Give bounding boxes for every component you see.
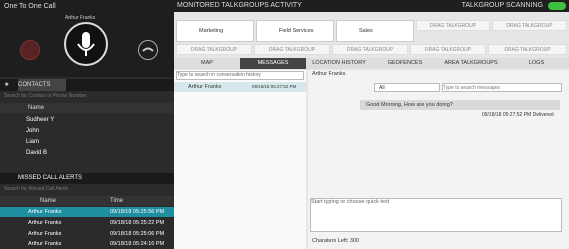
missed-tabs: MISSED CALL ALERTS (0, 173, 174, 184)
drag-slot[interactable]: DRAG TALKGROUP (410, 44, 486, 55)
tab-contacts[interactable]: CONTACTS (18, 79, 66, 91)
conversation-search-input[interactable]: Type to search in conversation history (176, 71, 304, 80)
talkgroup-card[interactable]: Sales (336, 20, 414, 42)
missed-row[interactable]: Arthur Franks 09/18/18 05:25:22 PM (0, 218, 174, 228)
conversation-name: Arthur Franks (188, 84, 222, 90)
chat-header: Arthur Franks (312, 71, 346, 77)
contact-row[interactable]: John (0, 126, 174, 136)
talkgroup-name: Marketing (199, 28, 224, 34)
mic-icon (77, 32, 95, 56)
scanning-label: TALKGROUP SCANNING (461, 2, 543, 9)
drag-slot[interactable]: DRAG TALKGROUP (332, 44, 408, 55)
conversation-time: 09/18/18 05:27:52 PM (252, 84, 297, 89)
filter-select[interactable]: All (374, 83, 440, 92)
right-panel: MONITORED TALKGROUPS ACTIVITY TALKGROUP … (174, 0, 569, 249)
contact-name: Sudheer Y (26, 117, 55, 123)
tab-contacts-label: CONTACTS (18, 82, 51, 88)
missed-time: 09/18/18 05:25:56 PM (110, 209, 165, 215)
message-search-input[interactable]: Type to search messages (442, 83, 562, 92)
nav-geofences[interactable]: GEOFENCES (372, 58, 438, 69)
drag-slot[interactable]: DRAG TALKGROUP (176, 44, 252, 55)
nav-location-history[interactable]: LOCATION HISTORY (306, 58, 372, 69)
talkgroup-card[interactable]: Field Services (256, 20, 334, 42)
nav-map[interactable]: MAP (174, 58, 240, 69)
missed-name: Arthur Franks (28, 231, 62, 237)
nav-messages[interactable]: MESSAGES (240, 58, 306, 69)
tab-favorites[interactable]: ★ (4, 79, 16, 91)
nav-logs[interactable]: LOGS (504, 58, 569, 69)
missed-tab-label[interactable]: MISSED CALL ALERTS (18, 175, 82, 181)
missed-row[interactable]: Arthur Franks 09/18/18 05:25:56 PM (0, 207, 174, 217)
missed-time: 09/18/18 05:25:22 PM (110, 220, 165, 226)
call-panel: One To One Call Arthur Franks (0, 0, 174, 77)
name-header: Name (28, 105, 45, 111)
filter-value: All (379, 85, 385, 91)
missed-name: Arthur Franks (28, 209, 62, 215)
talkgroups-title: MONITORED TALKGROUPS ACTIVITY (177, 2, 302, 9)
message-meta: 09/18/18 05:27:52 PM Delivered (482, 112, 554, 118)
missed-name: Arthur Franks (28, 220, 62, 226)
talkgroup-card[interactable]: Marketing (176, 20, 254, 42)
contact-row[interactable]: Liam (0, 137, 174, 147)
conversation-item[interactable]: Arthur Franks 09/18/18 05:27:52 PM (174, 82, 306, 92)
nav-area-talkgroups[interactable]: AREA TALKGROUPS (438, 58, 504, 69)
contact-row[interactable]: Sudheer Y (0, 115, 174, 125)
missed-header: Name Time (0, 196, 174, 206)
drag-slot[interactable]: DRAG TALKGROUP (254, 44, 330, 55)
col-time: Time (110, 198, 124, 204)
drag-slot[interactable]: DRAG TALKGROUP (488, 44, 567, 55)
missed-search-input[interactable]: Search for Missed Call Alerts (4, 186, 170, 195)
main-nav: MAP MESSAGES LOCATION HISTORY GEOFENCES … (174, 58, 569, 69)
contacts-tabs: ★ CONTACTS (0, 79, 174, 91)
talkgroups-bar: MONITORED TALKGROUPS ACTIVITY TALKGROUP … (174, 0, 569, 12)
missed-row[interactable]: Arthur Franks 09/18/18 05:24:16 PM (0, 239, 174, 249)
contact-name: John (26, 128, 40, 134)
caller-name: Arthur Franks (65, 15, 96, 21)
left-panel: One To One Call Arthur Franks ★ CONTACTS… (0, 0, 174, 249)
missed-name: Arthur Franks (28, 241, 62, 247)
contact-name: Liam (26, 139, 40, 145)
phone-icon (142, 47, 154, 52)
drag-slot[interactable]: DRAG TALKGROUP (492, 20, 567, 31)
call-title: One To One Call (4, 3, 56, 10)
scanning-toggle[interactable] (548, 2, 566, 10)
talkgroup-name: Field Services (279, 28, 314, 34)
missed-time: 09/18/18 05:25:06 PM (110, 231, 165, 237)
ptt-mic-button[interactable] (64, 22, 108, 66)
contact-name: David B (26, 150, 48, 156)
col-name: Name (40, 198, 57, 204)
message-bubble: Good Morning, How are you doing? (360, 100, 560, 110)
contacts-header: Name (0, 103, 174, 113)
contact-row[interactable]: David B (0, 148, 174, 158)
end-call-button[interactable] (20, 40, 40, 60)
missed-time: 09/18/18 05:24:16 PM (110, 241, 165, 247)
phone-button[interactable] (138, 40, 158, 60)
missed-row[interactable]: Arthur Franks 09/18/18 05:25:06 PM (0, 229, 174, 239)
chars-left: Charaters Left: 300 (312, 238, 360, 244)
contact-search-input[interactable]: Search for Contact or Phone Number (4, 93, 170, 102)
message-input[interactable]: Start typing or choose quick text (310, 198, 562, 232)
chat-panel: Arthur Franks All Type to search message… (308, 70, 569, 249)
talkgroup-name: Sales (359, 28, 373, 34)
drag-slot[interactable]: DRAG TALKGROUP (416, 20, 490, 31)
conversation-panel: Type to search in conversation history A… (174, 70, 306, 249)
